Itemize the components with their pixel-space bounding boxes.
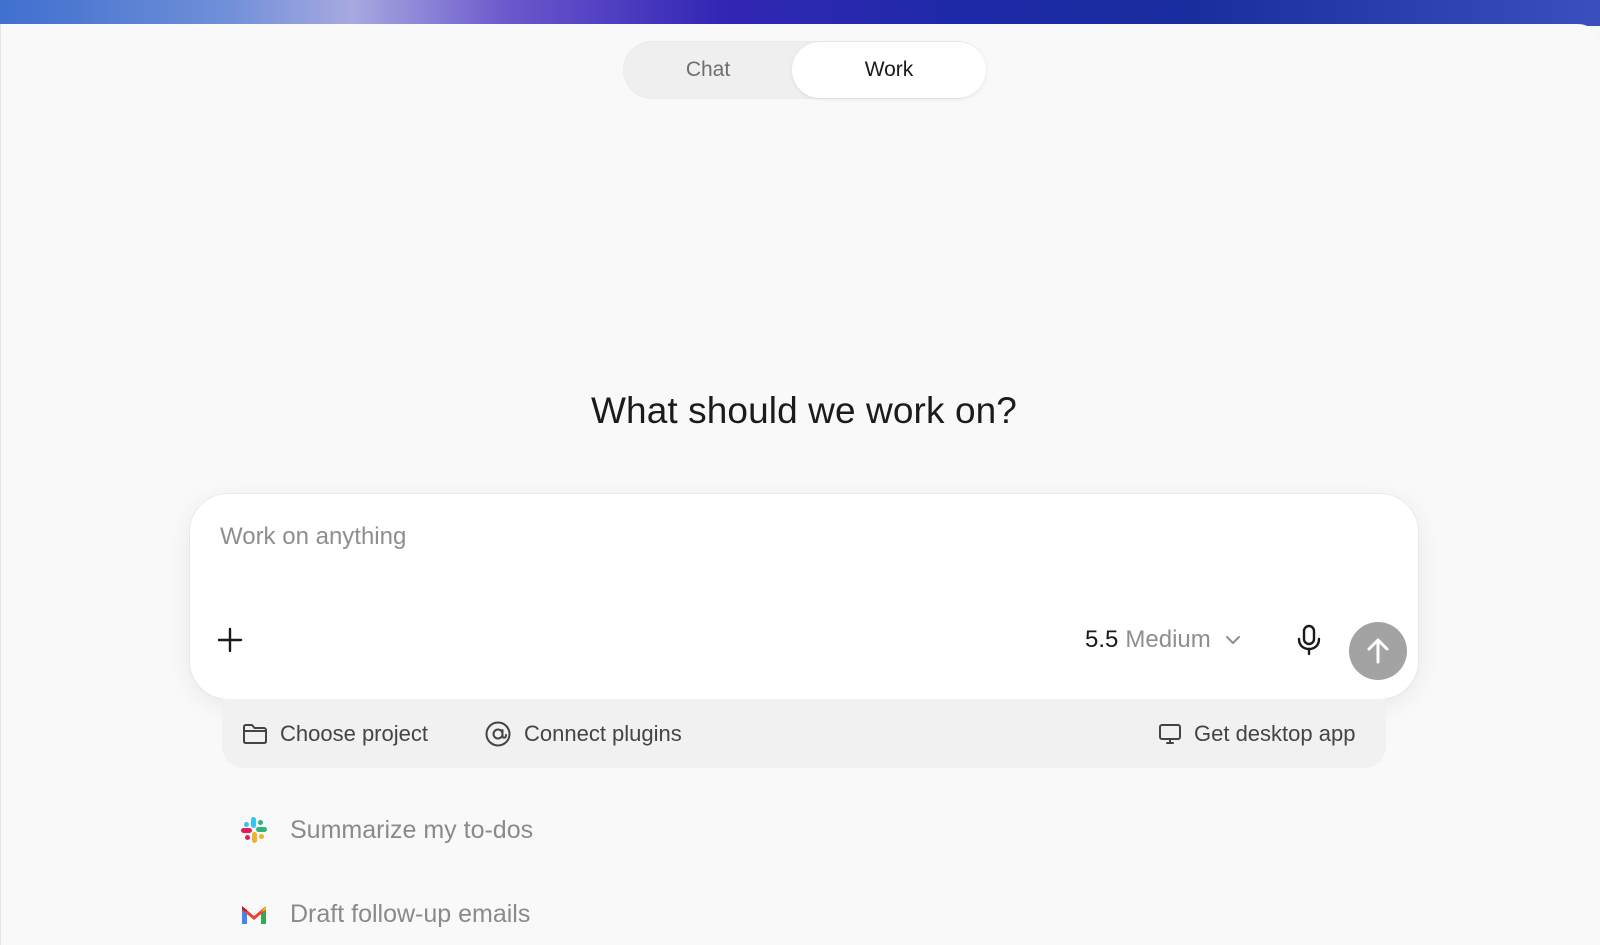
suggestion-draft-emails[interactable]: Draft follow-up emails [240, 894, 530, 934]
add-attachment-button[interactable] [212, 622, 248, 658]
microphone-icon [1297, 624, 1321, 656]
voice-input-button[interactable] [1290, 621, 1328, 659]
tab-chat[interactable]: Chat [624, 42, 792, 98]
get-desktop-app-label: Get desktop app [1194, 721, 1356, 746]
mode-switch: Chat Work [623, 41, 986, 99]
model-effort: Medium [1125, 626, 1211, 653]
at-sign-icon [485, 721, 511, 747]
chevron-down-icon [1225, 635, 1241, 645]
slack-logo-icon [240, 816, 268, 844]
connect-plugins-label: Connect plugins [524, 721, 682, 746]
main-panel [0, 24, 1600, 945]
gmail-logo-icon [240, 900, 268, 928]
choose-project-label: Choose project [280, 721, 428, 746]
composer: 5.5 Medium [190, 494, 1418, 699]
page-title: What should we work on? [591, 390, 1017, 431]
prompt-input[interactable] [220, 520, 1320, 554]
send-button[interactable] [1349, 622, 1407, 680]
suggestion-label: Summarize my to-dos [290, 815, 534, 844]
folder-icon [243, 724, 267, 744]
suggestion-summarize-todos[interactable]: Summarize my to-dos [240, 810, 533, 850]
get-desktop-app-button[interactable]: Get desktop app [1158, 719, 1355, 749]
window-gradient-bar [0, 0, 1600, 26]
arrow-up-icon [1367, 638, 1389, 664]
monitor-icon [1159, 724, 1181, 744]
plus-icon [217, 627, 243, 653]
composer-actions-bar: Choose project Connect plugins Get deskt… [222, 699, 1386, 768]
suggestion-label: Draft follow-up emails [290, 899, 531, 928]
tab-work[interactable]: Work [792, 42, 986, 98]
choose-project-button[interactable]: Choose project [242, 719, 428, 749]
model-selector[interactable]: 5.5 Medium [1085, 624, 1241, 656]
connect-plugins-button[interactable]: Connect plugins [484, 719, 682, 749]
model-version: 5.5 [1085, 626, 1119, 653]
